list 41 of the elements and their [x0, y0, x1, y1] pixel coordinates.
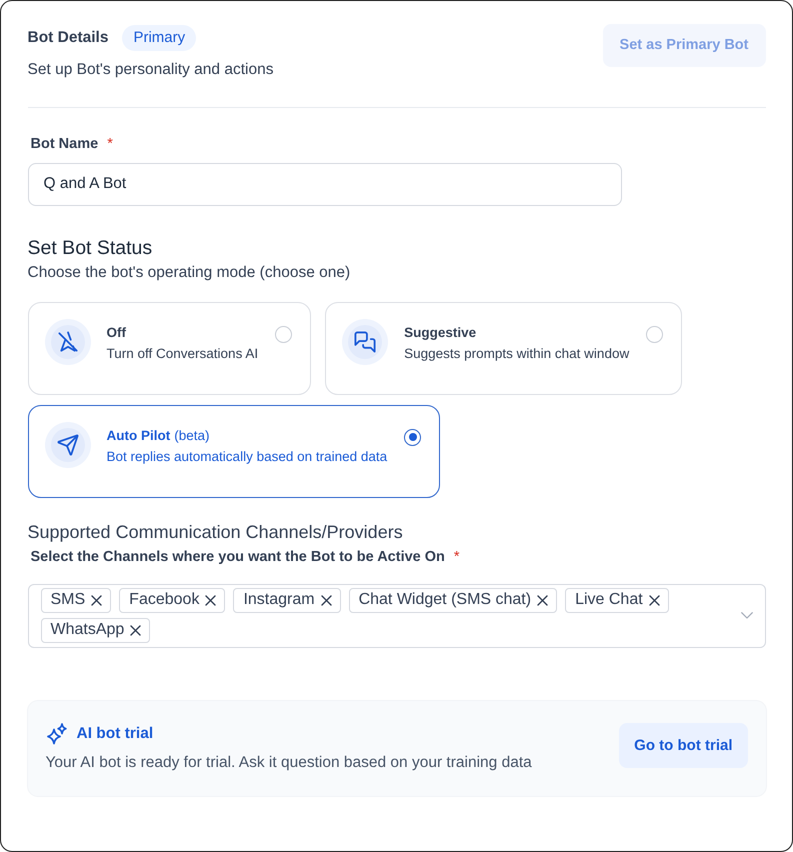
option-description: Suggests prompts within chat window — [404, 344, 630, 362]
channel-chip[interactable]: Live Chat — [565, 588, 669, 612]
panel-title: Bot Details — [28, 28, 108, 48]
field-label: Bot Name — [30, 134, 98, 152]
radio-button[interactable] — [404, 428, 422, 446]
option-title: Suggestive — [404, 324, 476, 340]
required-asterisk: * — [454, 548, 460, 566]
chat-bubbles-icon — [342, 318, 388, 364]
trial-title: AI bot trial — [76, 725, 154, 743]
trial-description: Your AI bot is ready for trial. Ask it question based on your training data — [46, 753, 532, 773]
option-title: Off — [106, 324, 126, 340]
close-icon[interactable] — [320, 594, 332, 606]
sparkle-icon — [46, 723, 68, 745]
role-badge: Primary — [122, 24, 196, 50]
channel-chip[interactable]: WhatsApp — [40, 618, 150, 642]
channel-chip[interactable]: Chat Widget (SMS chat) — [348, 588, 558, 612]
option-description: Turn off Conversations AI — [106, 344, 258, 362]
option-note: (beta) — [174, 426, 210, 444]
paper-plane-icon — [44, 422, 90, 468]
option-title: Auto Pilot — [106, 426, 170, 444]
field-label: Select the Channels where you want the Bot to be Active On — [30, 548, 445, 566]
status-option-card[interactable]: Off Turn off Conversations AI — [28, 302, 312, 394]
close-icon[interactable] — [91, 594, 102, 606]
status-option-card[interactable]: Auto Pilot (beta) Bot replies automatically based on trained data — [28, 404, 440, 498]
close-icon[interactable] — [537, 594, 548, 606]
trial-button[interactable]: Go to bot trial — [619, 723, 748, 768]
channel-chip[interactable]: Instagram — [233, 588, 341, 612]
section-title: Set Bot Status — [28, 236, 152, 260]
section-subtitle: Choose the bot's operating mode (choose one) — [28, 262, 350, 282]
close-icon[interactable] — [130, 624, 142, 636]
status-option-card[interactable]: Suggestive Suggests prompts within chat window — [325, 302, 682, 394]
section-title: Supported Communication Channels/Providers — [28, 520, 403, 542]
channel-chip[interactable]: SMS — [40, 588, 112, 612]
option-description: Bot replies automatically based on trained data — [106, 448, 388, 464]
channel-select[interactable]: SMS Facebook Instagram Chat Widget (SMS chat) Live Chat WhatsApp — [28, 584, 766, 648]
panel-subtitle: Set up Bot's personality and actions — [28, 60, 274, 80]
close-icon[interactable] — [648, 594, 660, 606]
channel-chip[interactable]: Facebook — [119, 588, 226, 612]
close-icon[interactable] — [205, 594, 216, 606]
bot-name-field[interactable]: Q and A Bot — [28, 162, 622, 206]
required-asterisk: * — [107, 134, 113, 152]
